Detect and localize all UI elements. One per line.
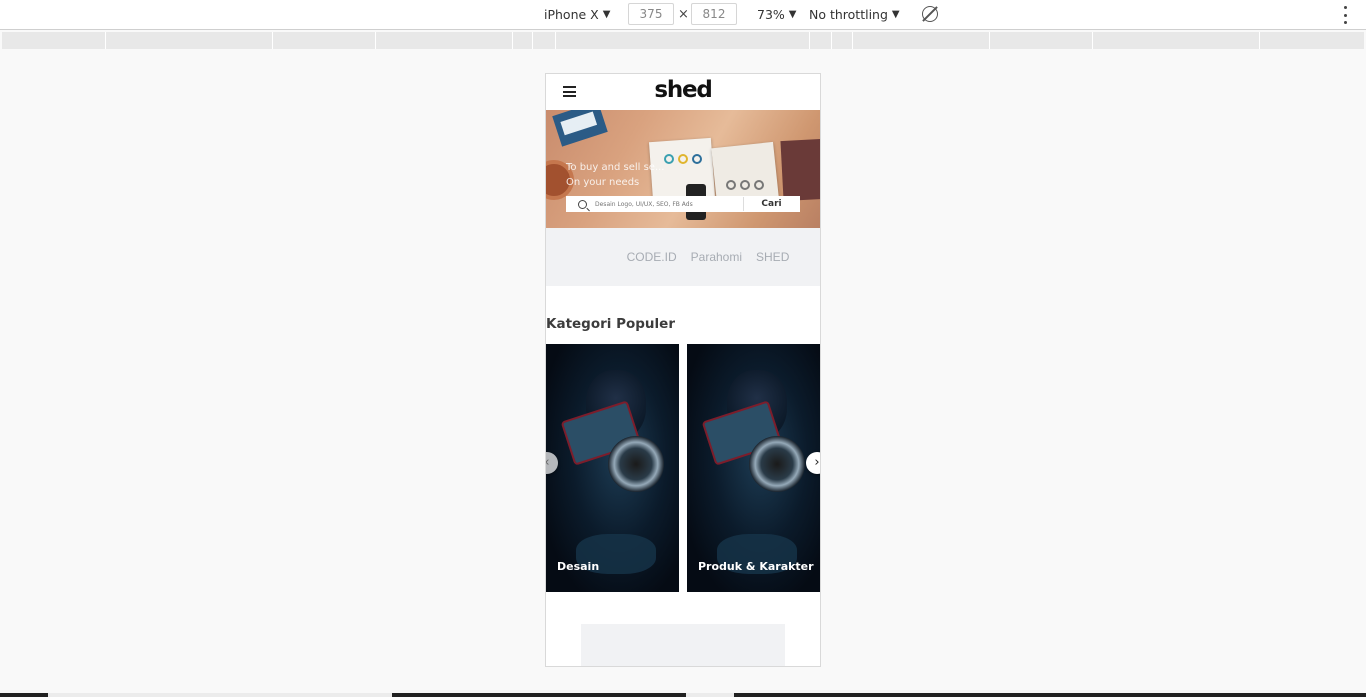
throttling-select[interactable]: No throttling ▼ <box>809 7 900 22</box>
hero-decor-logos <box>664 154 702 164</box>
partner-logo-codeid: CODE.ID <box>626 250 677 264</box>
category-label: Desain <box>557 560 600 573</box>
hero-decor-logos <box>726 180 764 190</box>
content-placeholder <box>581 624 785 666</box>
hero-banner: To buy and sell se... On your needs Cari <box>546 110 820 228</box>
media-query-ruler[interactable] <box>2 32 1364 49</box>
hero-tagline: To buy and sell se... On your needs <box>566 160 664 190</box>
hero-tagline-line1: To buy and sell se... <box>566 162 665 173</box>
category-card-desain[interactable]: Desain <box>546 344 679 592</box>
zoom-dropdown-icon: ▼ <box>788 9 797 20</box>
section-title-popular-categories: Kategori Populer <box>546 316 675 332</box>
height-input[interactable]: 812 <box>691 3 737 25</box>
hero-search-bar: Cari <box>566 196 800 212</box>
carousel-next-icon[interactable]: › <box>806 452 820 474</box>
zoom-select[interactable]: 73% ▼ <box>757 7 797 22</box>
device-dropdown-icon: ▼ <box>602 9 611 20</box>
zoom-value: 73% <box>757 7 785 22</box>
bottom-edge-bar <box>0 693 1366 697</box>
hero-decor-book <box>711 141 779 204</box>
throttling-value: No throttling <box>809 7 888 22</box>
app-header: shed <box>546 74 820 110</box>
devtools-device-toolbar: iPhone X ▼ 375 × 812 73% ▼ No throttling… <box>0 0 1366 30</box>
category-card-produk-karakter[interactable]: Produk & Karakter <box>687 344 820 592</box>
partner-logos: CODE.ID Parahomi SHED <box>546 228 820 286</box>
device-select[interactable]: iPhone X ▼ <box>544 7 610 22</box>
shed-logo[interactable]: shed <box>546 77 820 103</box>
throttling-dropdown-icon: ▼ <box>891 9 900 20</box>
category-label: Produk & Karakter <box>698 560 814 573</box>
hero-tagline-line2: On your needs <box>566 177 640 188</box>
search-button[interactable]: Cari <box>743 197 799 211</box>
device-name: iPhone X <box>544 7 599 22</box>
hero-decor-card <box>552 110 608 147</box>
hero-decor-notebook <box>780 138 820 202</box>
category-carousel: Desain Produk & Karakter ‹ › <box>546 344 820 592</box>
dimension-separator: × <box>678 7 689 22</box>
rotate-icon[interactable] <box>922 6 938 22</box>
partner-logo-shed: SHED <box>756 250 790 264</box>
width-input[interactable]: 375 <box>628 3 674 25</box>
more-options-icon[interactable] <box>1344 6 1348 24</box>
search-input[interactable] <box>595 200 733 208</box>
partner-logo-parahomi: Parahomi <box>690 250 743 264</box>
device-viewport: shed To buy and sell se... On your needs… <box>545 73 821 667</box>
search-icon <box>578 199 587 209</box>
